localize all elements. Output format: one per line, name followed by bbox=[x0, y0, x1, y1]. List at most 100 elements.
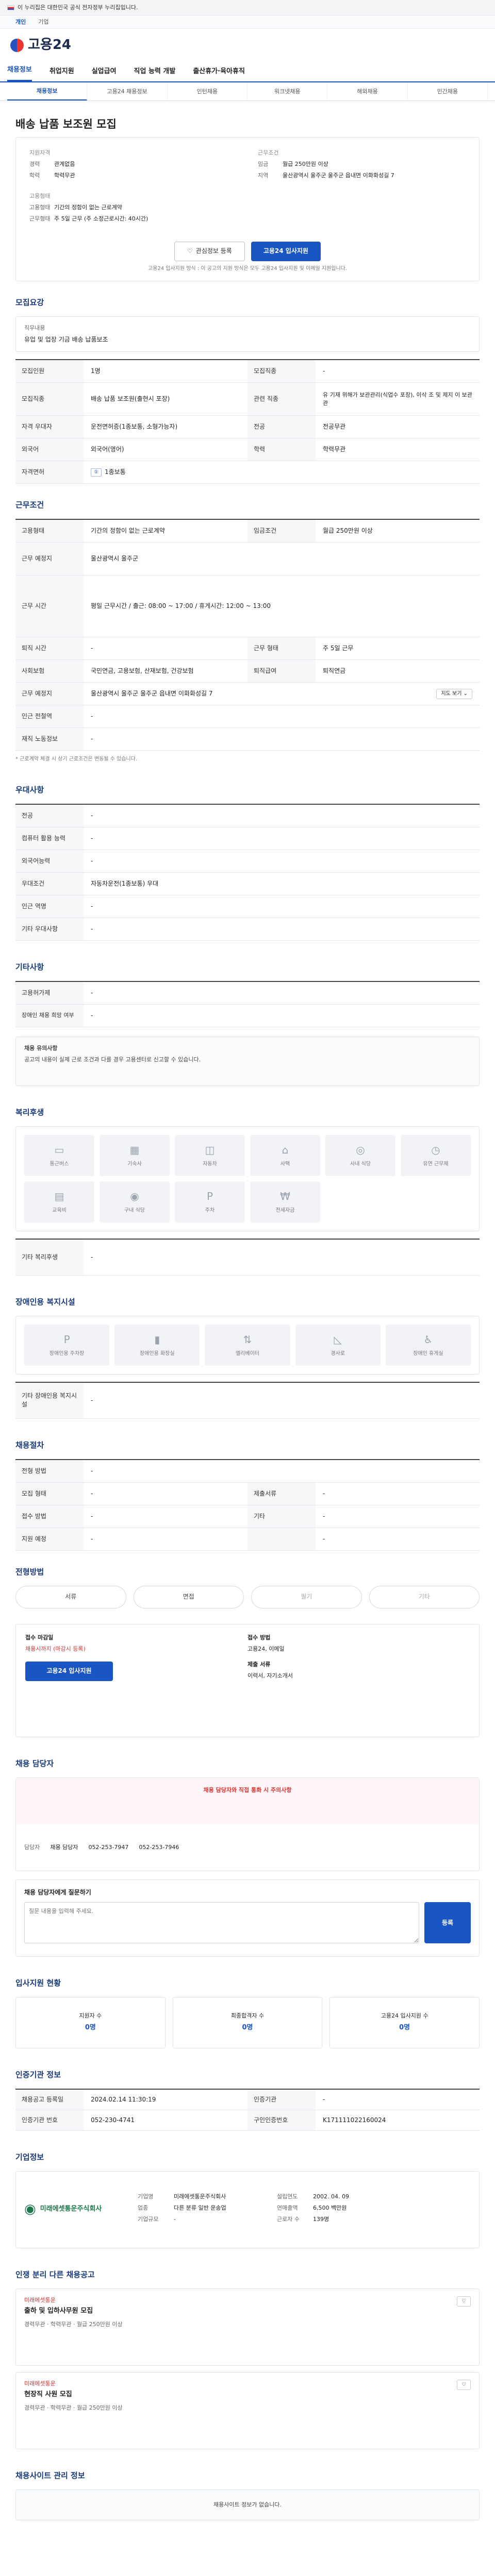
table-key: 인근 전철역 bbox=[15, 705, 84, 728]
welfare-label: 자동차 bbox=[203, 1161, 217, 1167]
table-key: 전형 방법 bbox=[15, 1460, 84, 1482]
steps-title: 전형방법 bbox=[15, 1567, 44, 1577]
manager-info: 담당자 채용 담당자 052-253-7947 052-253-7946 bbox=[16, 1824, 479, 1871]
process-table: 전형 방법 - 모집 형태 - 제출서류 - 접수 방법 - 기타 - 지원 예정 - - bbox=[15, 1459, 480, 1551]
table-key: 근무 예정지 bbox=[15, 543, 84, 575]
welfare-item: ◫ 자동차 bbox=[175, 1134, 245, 1176]
building-icon: ▦ bbox=[129, 1144, 140, 1157]
member-type-personal[interactable]: 개인 bbox=[15, 18, 26, 26]
nav-item-leave[interactable]: 출산휴가·육아휴직 bbox=[193, 67, 245, 81]
similar-title-text[interactable]: 현장직 사원 모집 bbox=[24, 2390, 430, 2400]
company-key: 업종 bbox=[138, 2204, 148, 2211]
subtab-1[interactable]: 고용24 채용정보 bbox=[87, 82, 168, 100]
nav-item-support[interactable]: 취업지원 bbox=[50, 67, 74, 81]
manager-tel[interactable]: 052-253-7947 bbox=[88, 1843, 128, 1852]
nav-item-jobs[interactable]: 채용정보 bbox=[7, 65, 32, 81]
disab-etc-table: 기타 장애인용 복지시설 - bbox=[15, 1381, 480, 1419]
company-value: 미래에셋통운주식회사 bbox=[174, 2193, 226, 2200]
company-value: 139명 bbox=[313, 2215, 329, 2223]
welfare-label: 주차 bbox=[205, 1208, 215, 1214]
book-icon: ▤ bbox=[54, 1190, 64, 1203]
welfare-item: ⌂ 사택 bbox=[250, 1134, 320, 1176]
similar-save-button[interactable]: ♡ bbox=[457, 2379, 471, 2391]
table-value: - bbox=[91, 925, 93, 933]
table-key: 모집직종 bbox=[248, 360, 316, 383]
similar-section: 인쟁 분리 다른 채용공고 미래에셋통운 출하 및 입하사무원 모집 경력무관 … bbox=[15, 2269, 480, 2449]
table-value: 1명 bbox=[91, 367, 101, 375]
job-desc-head: 직무내용 bbox=[24, 325, 45, 331]
summary-key: 학력 bbox=[29, 172, 40, 179]
main-nav: 채용정보 취업지원 실업급여 직업 능력 개발 출산휴가·육아휴직 bbox=[0, 62, 495, 82]
company-key: 기업명 bbox=[138, 2193, 154, 2200]
inquiry-submit-button[interactable]: 등록 bbox=[424, 1902, 471, 1944]
table-key: 채용공고 등록일 bbox=[15, 2089, 84, 2110]
stat-label: 고용24 입사지원 수 bbox=[381, 2012, 428, 2020]
table-key: 인근 역명 bbox=[15, 895, 84, 918]
stat-label: 최종합격자 수 bbox=[230, 2012, 265, 2020]
table-value: 평일 근무시간 / 출근: 08:00 ~ 17:00 / 휴게시간: 12:0… bbox=[91, 602, 271, 610]
inquiry-input[interactable] bbox=[24, 1902, 419, 1944]
nav-item-training[interactable]: 직업 능력 개발 bbox=[134, 67, 176, 81]
etc-title: 기타사항 bbox=[15, 962, 44, 972]
table-key: 외국어 bbox=[15, 438, 84, 461]
site-logo[interactable]: 고용24 bbox=[10, 36, 71, 55]
apply-method-head: 접수 방법 bbox=[248, 1634, 271, 1641]
company-logo-icon: ◉ bbox=[24, 2201, 36, 2217]
table-key: 우대조건 bbox=[15, 872, 84, 895]
license-badge: ① bbox=[91, 468, 102, 477]
welfare-section: 복리후생 ▭ 통근버스 ▦ 기숙사 ◫ 자동차 ⌂ 사택 ◎ 사내 식당 ◷ 유연 근무제 … bbox=[15, 1107, 480, 1276]
welfare-label: 사내 식당 bbox=[350, 1161, 371, 1167]
table-value: - bbox=[91, 1396, 93, 1404]
flag-icon bbox=[7, 5, 14, 10]
recruit-section: 모집요강 직무내용 유업 및 업장 기금 배송 납품보조 모집인원 1명 모집직종 -… bbox=[15, 297, 480, 484]
table-key: 접수 방법 bbox=[15, 1505, 84, 1528]
subtab-5[interactable]: 민간채용 bbox=[408, 82, 488, 100]
nav-item-unemployment[interactable]: 실업급여 bbox=[92, 67, 117, 81]
table-value: - bbox=[323, 1489, 325, 1497]
subtab-2[interactable]: 인턴채용 bbox=[168, 82, 248, 100]
similar-card[interactable]: 미래에셋통운 현장직 사원 모집 경력무관 · 학력무관 · 월급 250만원 … bbox=[15, 2371, 480, 2449]
map-button[interactable]: 지도 보기 ⌄ bbox=[436, 688, 472, 700]
table-key: 전공 bbox=[15, 804, 84, 827]
subtab-0[interactable]: 채용정보 bbox=[7, 82, 88, 100]
similar-save-button[interactable]: ♡ bbox=[457, 2296, 471, 2307]
recruit-title: 모집요강 bbox=[15, 298, 44, 308]
similar-title-text[interactable]: 출하 및 입하사무원 모집 bbox=[24, 2307, 430, 2316]
table-key: 사회보험 bbox=[15, 660, 84, 683]
summary-key: 고용형태 bbox=[29, 204, 51, 211]
table-value: 주 5일 근무 bbox=[323, 645, 354, 652]
logo-icon bbox=[10, 39, 24, 52]
welfare-item: ▤ 교육비 bbox=[24, 1181, 94, 1223]
apply-section: 접수 마감일 채용시까지 (마감시 등록) 고용24 입사지원 접수 방법 고용… bbox=[15, 1623, 480, 1737]
site-header: 고용24 bbox=[0, 29, 495, 62]
table-key: 외국어능력 bbox=[15, 850, 84, 872]
work-section: 근무조건 고용형태 기간의 정함이 없는 근로계약 임금조건 월급 250만원 이상 … bbox=[15, 499, 480, 764]
footer-title: 채용사이트 관리 정보 bbox=[15, 2470, 85, 2480]
subtab-3[interactable]: 워크넷채용 bbox=[248, 82, 328, 100]
summary-value: 기간의 정함이 없는 근로계약 bbox=[54, 204, 122, 211]
apply-button-2[interactable]: 고용24 입사지원 bbox=[25, 1661, 113, 1681]
step-item: 서류 bbox=[15, 1585, 126, 1608]
save-interest-button[interactable]: ♡ 관심정보 등록 bbox=[174, 241, 245, 261]
table-value: - bbox=[91, 713, 93, 720]
manager-fax: 052-253-7946 bbox=[139, 1843, 179, 1851]
table-value: 배송 납품 보조원(출현시 포장) bbox=[91, 395, 170, 403]
member-type-company[interactable]: 기업 bbox=[38, 18, 48, 26]
parking-icon: P bbox=[63, 1333, 70, 1346]
steps-row: 서류 면접 필기 기타 bbox=[15, 1585, 480, 1608]
manager-name: 채용 담당자 bbox=[50, 1843, 78, 1851]
welfare-label: 구내 식당 bbox=[124, 1208, 145, 1214]
process-title: 채용절차 bbox=[15, 1440, 44, 1450]
subtab-4[interactable]: 해외채용 bbox=[327, 82, 408, 100]
job-desc-box: 직무내용 유업 및 업장 기금 배송 납품보조 bbox=[15, 316, 480, 352]
table-key: 기타 복리후생 bbox=[15, 1239, 84, 1275]
table-key: 고용허가제 bbox=[15, 981, 84, 1004]
similar-card[interactable]: 미래에셋통운 출하 및 입하사무원 모집 경력무관 · 학력무관 · 월급 25… bbox=[15, 2288, 480, 2366]
etc-notice-head: 채용 유의사항 bbox=[24, 1044, 58, 1052]
etc-section: 기타사항 고용허가제 - 장애인 채용 희망 여부 - 채용 유의사항 공고의 내용… bbox=[15, 961, 480, 1086]
table-value: - bbox=[91, 645, 93, 652]
apply-button[interactable]: 고용24 입사지원 bbox=[251, 241, 321, 261]
table-key: 퇴직급여 bbox=[248, 660, 316, 683]
table-key: 근무 예정지 bbox=[15, 683, 84, 705]
table-value: K171111022160024 bbox=[323, 2116, 386, 2124]
